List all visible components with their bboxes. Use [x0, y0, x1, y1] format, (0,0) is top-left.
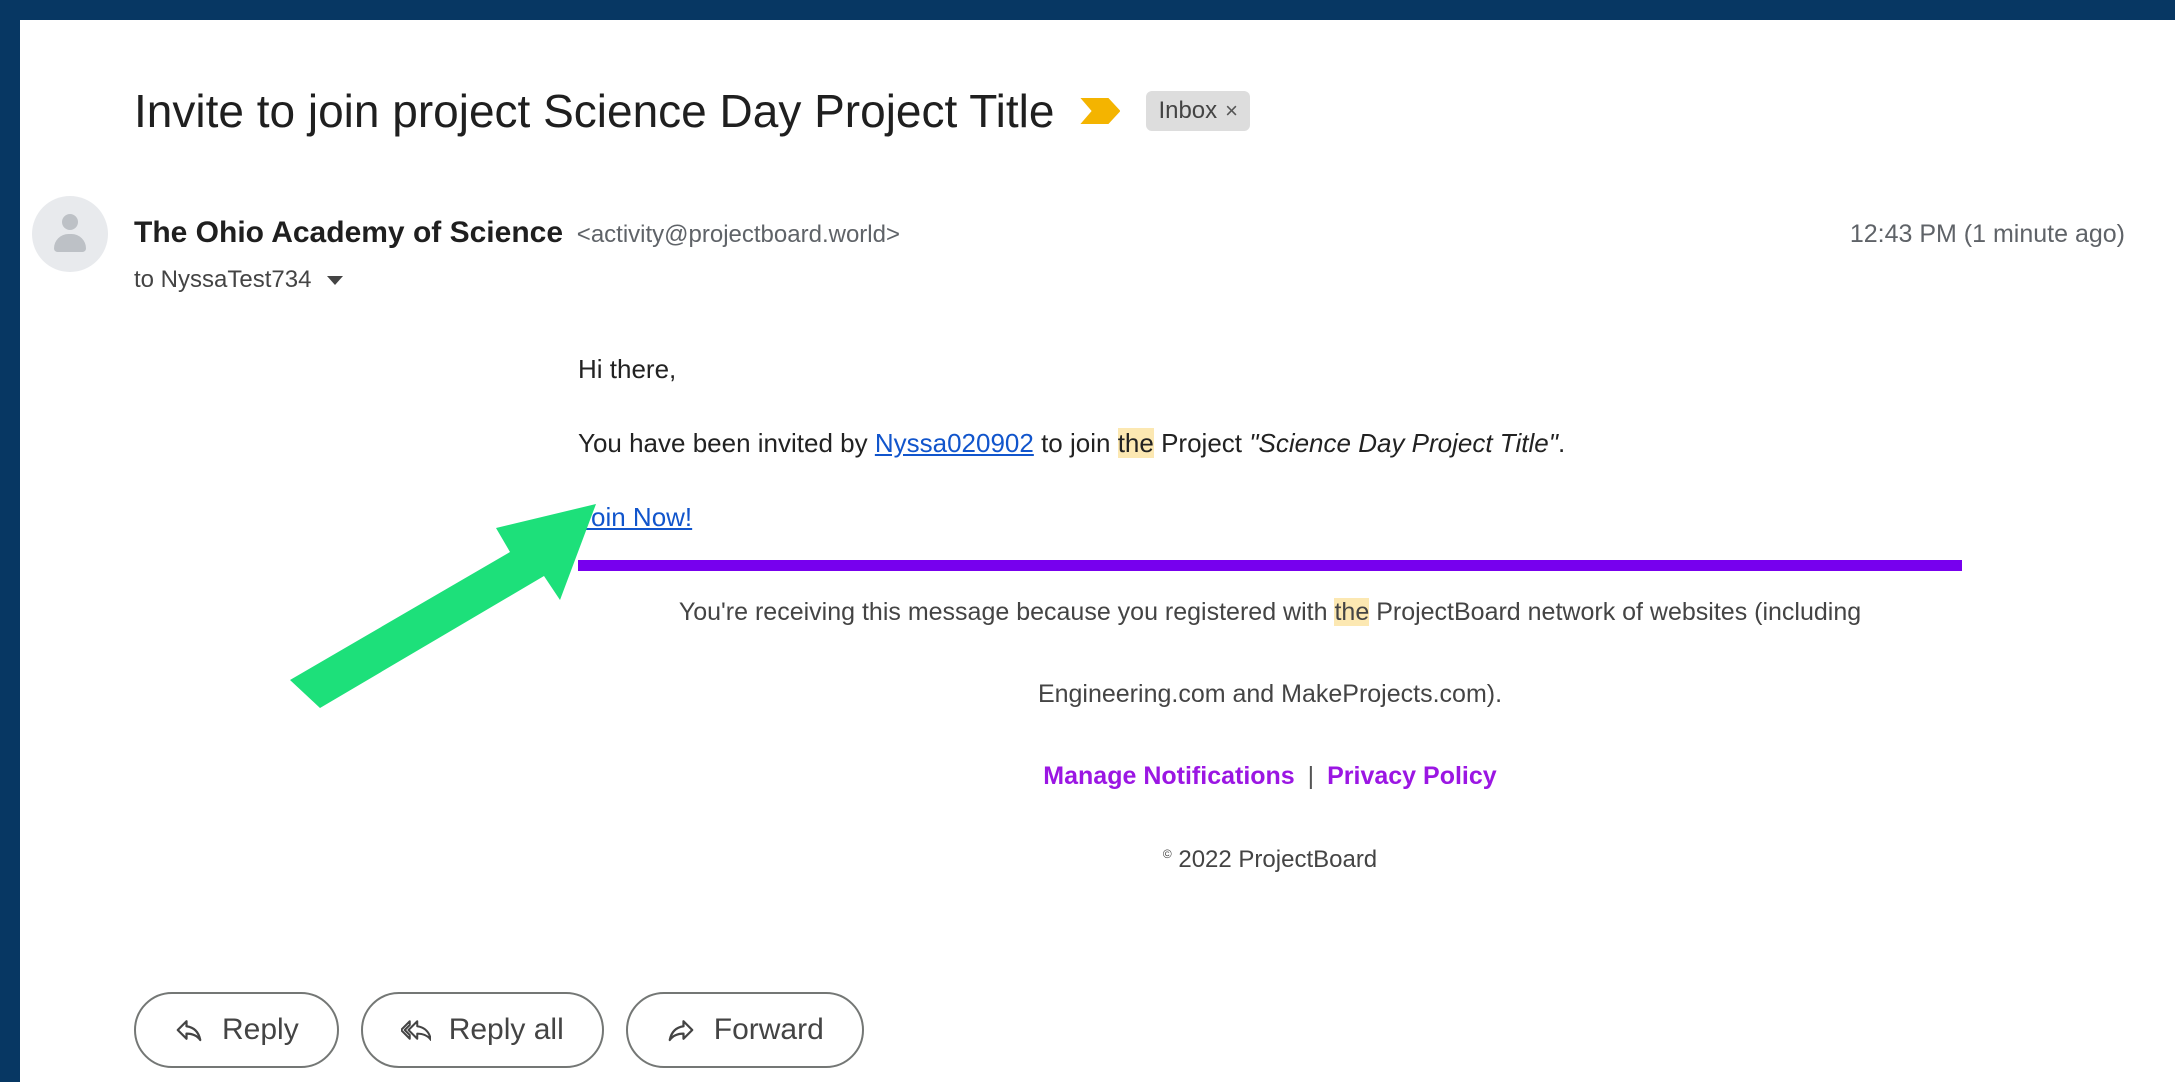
forward-icon [668, 1020, 694, 1042]
forward-button[interactable]: Forward [625, 992, 864, 1068]
footer-line1-prefix: You're receiving this message because yo… [678, 598, 1328, 626]
recipient-line: to NyssaTest734 [134, 266, 344, 294]
remove-label-icon[interactable]: × [1225, 98, 1238, 124]
reply-all-label: Reply all [448, 1013, 564, 1046]
recipient-text: to NyssaTest734 [134, 266, 312, 293]
footer-link-separator: | [1307, 762, 1315, 790]
footer-notice-line1: You're receiving this message because yo… [578, 598, 1962, 627]
caret-down-icon[interactable] [327, 275, 344, 285]
invite-end: . [1557, 428, 1566, 458]
copyright-symbol: © [1162, 847, 1172, 861]
sender-line: The Ohio Academy of Science <activity@pr… [134, 216, 900, 250]
avatar-icon [32, 196, 108, 272]
copyright-text: 2022 ProjectBoard [1178, 846, 1378, 873]
highlighted-word: the [1117, 428, 1154, 458]
invite-line: You have been invited by Nyssa020902 to … [578, 428, 1565, 459]
forward-label: Forward [713, 1013, 824, 1046]
email-view: Invite to join project Science Day Proje… [20, 20, 2175, 1082]
privacy-policy-link[interactable]: Privacy Policy [1327, 762, 1497, 790]
email-subject: Invite to join project Science Day Proje… [134, 85, 1055, 137]
reply-label: Reply [222, 1013, 299, 1046]
footer-links: Manage Notifications | Privacy Policy [578, 762, 1962, 791]
reply-button[interactable]: Reply [134, 992, 339, 1068]
invite-project-word: Project [1161, 428, 1243, 458]
reply-icon [176, 1020, 202, 1042]
importance-marker-icon[interactable] [1080, 98, 1121, 124]
purple-divider [578, 560, 1962, 571]
email-timestamp: 12:43 PM (1 minute ago) [1849, 220, 2125, 248]
project-title: "Science Day Project Title" [1249, 428, 1558, 458]
reply-all-button[interactable]: Reply all [360, 992, 604, 1068]
label-chip-text: Inbox [1158, 97, 1218, 124]
green-arrow-icon [290, 504, 596, 708]
action-buttons: Reply Reply all Forward [134, 992, 864, 1068]
inviter-link[interactable]: Nyssa020902 [875, 428, 1034, 458]
footer-line1-suffix: ProjectBoard network of websites (includ… [1376, 598, 1862, 626]
invite-prefix: You have been invited by [578, 428, 868, 458]
footer-highlighted-word: the [1334, 598, 1370, 626]
sender-name[interactable]: The Ohio Academy of Science [134, 216, 563, 249]
manage-notifications-link[interactable]: Manage Notifications [1043, 762, 1294, 790]
inbox-label-chip[interactable]: Inbox × [1146, 91, 1251, 131]
greeting-text: Hi there, [578, 354, 677, 384]
reply-all-icon [400, 1020, 431, 1041]
sender-email: <activity@projectboard.world> [576, 221, 900, 248]
footer-notice-line2: Engineering.com and MakeProjects.com). [1037, 680, 1503, 708]
subject-row: Invite to join project Science Day Proje… [134, 66, 1251, 156]
invite-mid: to join [1041, 428, 1111, 458]
copyright: © 2022 ProjectBoard [578, 846, 1962, 874]
